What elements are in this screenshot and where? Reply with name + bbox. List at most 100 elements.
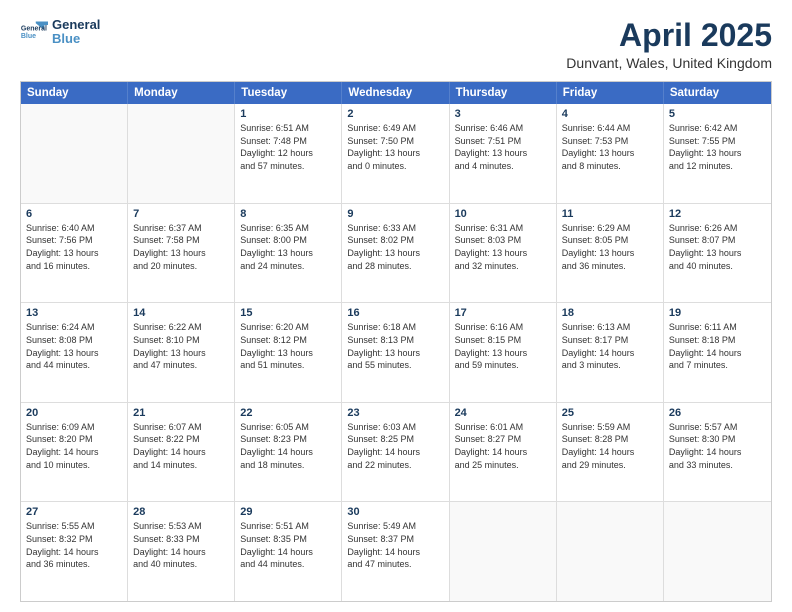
day-number: 10 xyxy=(455,208,551,220)
calendar-cell: 1 Sunrise: 6:51 AMSunset: 7:48 PMDaylight… xyxy=(235,104,342,203)
calendar-cell: 3 Sunrise: 6:46 AMSunset: 7:51 PMDaylight… xyxy=(450,104,557,203)
calendar-cell: 4 Sunrise: 6:44 AMSunset: 7:53 PMDaylight… xyxy=(557,104,664,203)
day-number: 26 xyxy=(669,407,766,419)
cell-details: Sunrise: 6:24 AMSunset: 8:08 PMDaylight:… xyxy=(26,321,122,371)
cell-details: Sunrise: 6:01 AMSunset: 8:27 PMDaylight:… xyxy=(455,421,551,471)
calendar-cell: 30Sunrise: 5:49 AMSunset: 8:37 PMDayligh… xyxy=(342,502,449,601)
day-number: 20 xyxy=(26,407,122,419)
logo: General Blue General Blue xyxy=(20,18,100,47)
cell-details: Sunrise: 6:44 AMSunset: 7:53 PMDaylight:… xyxy=(562,122,658,172)
header: General Blue General Blue April 2025 Dun… xyxy=(20,18,772,71)
day-number: 28 xyxy=(133,506,229,518)
calendar-cell: 10Sunrise: 6:31 AMSunset: 8:03 PMDayligh… xyxy=(450,204,557,303)
calendar-cell xyxy=(664,502,771,601)
day-number: 30 xyxy=(347,506,443,518)
calendar-cell: 7 Sunrise: 6:37 AMSunset: 7:58 PMDaylight… xyxy=(128,204,235,303)
calendar-cell: 11Sunrise: 6:29 AMSunset: 8:05 PMDayligh… xyxy=(557,204,664,303)
day-number: 11 xyxy=(562,208,658,220)
cell-details: Sunrise: 6:40 AMSunset: 7:56 PMDaylight:… xyxy=(26,222,122,272)
calendar-cell: 13Sunrise: 6:24 AMSunset: 8:08 PMDayligh… xyxy=(21,303,128,402)
svg-text:Blue: Blue xyxy=(21,33,36,40)
day-number: 14 xyxy=(133,307,229,319)
cell-details: Sunrise: 6:26 AMSunset: 8:07 PMDaylight:… xyxy=(669,222,766,272)
cell-details: Sunrise: 6:42 AMSunset: 7:55 PMDaylight:… xyxy=(669,122,766,172)
calendar-cell: 9Sunrise: 6:33 AMSunset: 8:02 PMDaylight… xyxy=(342,204,449,303)
day-number: 16 xyxy=(347,307,443,319)
day-number: 8 xyxy=(240,208,336,220)
day-number: 12 xyxy=(669,208,766,220)
subtitle: Dunvant, Wales, United Kingdom xyxy=(566,55,772,71)
day-number: 3 xyxy=(455,108,551,120)
day-number: 25 xyxy=(562,407,658,419)
logo-text-blue: Blue xyxy=(52,32,100,46)
calendar: SundayMondayTuesdayWednesdayThursdayFrid… xyxy=(20,81,772,602)
day-of-week-header: Thursday xyxy=(450,82,557,104)
cell-details: Sunrise: 5:53 AMSunset: 8:33 PMDaylight:… xyxy=(133,520,229,570)
day-number: 22 xyxy=(240,407,336,419)
cell-details: Sunrise: 6:46 AMSunset: 7:51 PMDaylight:… xyxy=(455,122,551,172)
calendar-cell: 17Sunrise: 6:16 AMSunset: 8:15 PMDayligh… xyxy=(450,303,557,402)
main-title: April 2025 xyxy=(566,18,772,53)
cell-details: Sunrise: 6:33 AMSunset: 8:02 PMDaylight:… xyxy=(347,222,443,272)
calendar-row: 27 Sunrise: 5:55 AMSunset: 8:32 PMDayligh… xyxy=(21,502,771,601)
day-of-week-header: Friday xyxy=(557,82,664,104)
day-number: 2 xyxy=(347,108,443,120)
calendar-cell: 29 Sunrise: 5:51 AMSunset: 8:35 PMDayligh… xyxy=(235,502,342,601)
calendar-cell: 5 Sunrise: 6:42 AMSunset: 7:55 PMDaylight… xyxy=(664,104,771,203)
day-number: 7 xyxy=(133,208,229,220)
day-number: 4 xyxy=(562,108,658,120)
cell-details: Sunrise: 6:35 AMSunset: 8:00 PMDaylight:… xyxy=(240,222,336,272)
calendar-row: 1 Sunrise: 6:51 AMSunset: 7:48 PMDaylight… xyxy=(21,104,771,204)
cell-details: Sunrise: 6:13 AMSunset: 8:17 PMDaylight:… xyxy=(562,321,658,371)
calendar-cell: 2 Sunrise: 6:49 AMSunset: 7:50 PMDaylight… xyxy=(342,104,449,203)
calendar-row: 20Sunrise: 6:09 AMSunset: 8:20 PMDayligh… xyxy=(21,403,771,503)
cell-details: Sunrise: 6:05 AMSunset: 8:23 PMDaylight:… xyxy=(240,421,336,471)
day-number: 5 xyxy=(669,108,766,120)
day-of-week-header: Wednesday xyxy=(342,82,449,104)
calendar-cell: 21Sunrise: 6:07 AMSunset: 8:22 PMDayligh… xyxy=(128,403,235,502)
calendar-row: 6 Sunrise: 6:40 AMSunset: 7:56 PMDaylight… xyxy=(21,204,771,304)
logo-icon: General Blue xyxy=(20,18,48,46)
calendar-body: 1 Sunrise: 6:51 AMSunset: 7:48 PMDaylight… xyxy=(21,104,771,601)
calendar-cell xyxy=(557,502,664,601)
calendar-cell: 18 Sunrise: 6:13 AMSunset: 8:17 PMDayligh… xyxy=(557,303,664,402)
calendar-cell: 25 Sunrise: 5:59 AMSunset: 8:28 PMDayligh… xyxy=(557,403,664,502)
calendar-cell: 16Sunrise: 6:18 AMSunset: 8:13 PMDayligh… xyxy=(342,303,449,402)
day-of-week-header: Tuesday xyxy=(235,82,342,104)
day-number: 18 xyxy=(562,307,658,319)
day-of-week-header: Saturday xyxy=(664,82,771,104)
cell-details: Sunrise: 6:51 AMSunset: 7:48 PMDaylight:… xyxy=(240,122,336,172)
calendar-cell: 12 Sunrise: 6:26 AMSunset: 8:07 PMDayligh… xyxy=(664,204,771,303)
cell-details: Sunrise: 6:49 AMSunset: 7:50 PMDaylight:… xyxy=(347,122,443,172)
calendar-cell: 6 Sunrise: 6:40 AMSunset: 7:56 PMDaylight… xyxy=(21,204,128,303)
day-number: 6 xyxy=(26,208,122,220)
day-number: 29 xyxy=(240,506,336,518)
cell-details: Sunrise: 5:55 AMSunset: 8:32 PMDaylight:… xyxy=(26,520,122,570)
day-number: 27 xyxy=(26,506,122,518)
calendar-cell: 28 Sunrise: 5:53 AMSunset: 8:33 PMDayligh… xyxy=(128,502,235,601)
cell-details: Sunrise: 6:16 AMSunset: 8:15 PMDaylight:… xyxy=(455,321,551,371)
calendar-cell: 23 Sunrise: 6:03 AMSunset: 8:25 PMDayligh… xyxy=(342,403,449,502)
calendar-cell xyxy=(450,502,557,601)
page: General Blue General Blue April 2025 Dun… xyxy=(0,0,792,612)
day-number: 15 xyxy=(240,307,336,319)
day-number: 23 xyxy=(347,407,443,419)
cell-details: Sunrise: 6:37 AMSunset: 7:58 PMDaylight:… xyxy=(133,222,229,272)
calendar-cell: 19Sunrise: 6:11 AMSunset: 8:18 PMDayligh… xyxy=(664,303,771,402)
title-block: April 2025 Dunvant, Wales, United Kingdo… xyxy=(566,18,772,71)
calendar-cell: 20Sunrise: 6:09 AMSunset: 8:20 PMDayligh… xyxy=(21,403,128,502)
calendar-cell: 14Sunrise: 6:22 AMSunset: 8:10 PMDayligh… xyxy=(128,303,235,402)
day-number: 24 xyxy=(455,407,551,419)
cell-details: Sunrise: 5:51 AMSunset: 8:35 PMDaylight:… xyxy=(240,520,336,570)
cell-details: Sunrise: 6:03 AMSunset: 8:25 PMDaylight:… xyxy=(347,421,443,471)
calendar-cell: 26 Sunrise: 5:57 AMSunset: 8:30 PMDayligh… xyxy=(664,403,771,502)
calendar-cell xyxy=(21,104,128,203)
cell-details: Sunrise: 5:59 AMSunset: 8:28 PMDaylight:… xyxy=(562,421,658,471)
cell-details: Sunrise: 6:20 AMSunset: 8:12 PMDaylight:… xyxy=(240,321,336,371)
calendar-cell: 8 Sunrise: 6:35 AMSunset: 8:00 PMDaylight… xyxy=(235,204,342,303)
calendar-cell: 22 Sunrise: 6:05 AMSunset: 8:23 PMDayligh… xyxy=(235,403,342,502)
cell-details: Sunrise: 6:07 AMSunset: 8:22 PMDaylight:… xyxy=(133,421,229,471)
day-number: 1 xyxy=(240,108,336,120)
cell-details: Sunrise: 5:57 AMSunset: 8:30 PMDaylight:… xyxy=(669,421,766,471)
calendar-cell: 15 Sunrise: 6:20 AMSunset: 8:12 PMDayligh… xyxy=(235,303,342,402)
